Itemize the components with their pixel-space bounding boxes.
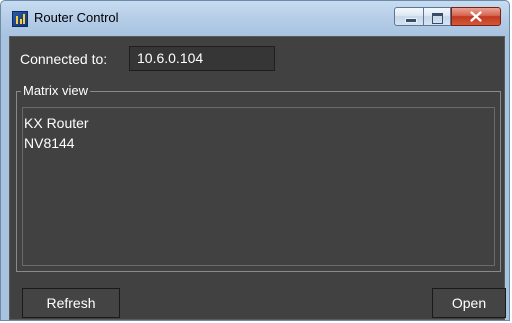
window-title: Router Control: [34, 10, 119, 25]
list-item[interactable]: KX Router: [23, 113, 494, 133]
close-button[interactable]: [451, 7, 501, 26]
maximize-icon: [432, 13, 443, 24]
matrix-view-legend: Matrix view: [21, 83, 91, 98]
title-bar[interactable]: Router Control: [1, 1, 509, 35]
router-control-window: Router Control Connected to: 10.6.0.104 …: [0, 0, 510, 321]
close-icon: [470, 11, 482, 22]
connected-to-field: 10.6.0.104: [129, 46, 275, 71]
app-icon: [12, 11, 28, 27]
refresh-button[interactable]: Refresh: [22, 288, 120, 318]
matrix-view-group: Matrix view KX Router NV8144: [16, 83, 501, 272]
main-panel: Connected to: 10.6.0.104 Matrix view KX …: [9, 36, 506, 320]
minimize-icon: [405, 18, 417, 23]
minimize-button[interactable]: [394, 7, 424, 26]
list-item[interactable]: NV8144: [23, 133, 494, 153]
maximize-button[interactable]: [424, 7, 451, 26]
open-button[interactable]: Open: [432, 288, 506, 318]
matrix-list[interactable]: KX Router NV8144: [22, 107, 495, 266]
connected-to-label: Connected to:: [20, 51, 108, 67]
